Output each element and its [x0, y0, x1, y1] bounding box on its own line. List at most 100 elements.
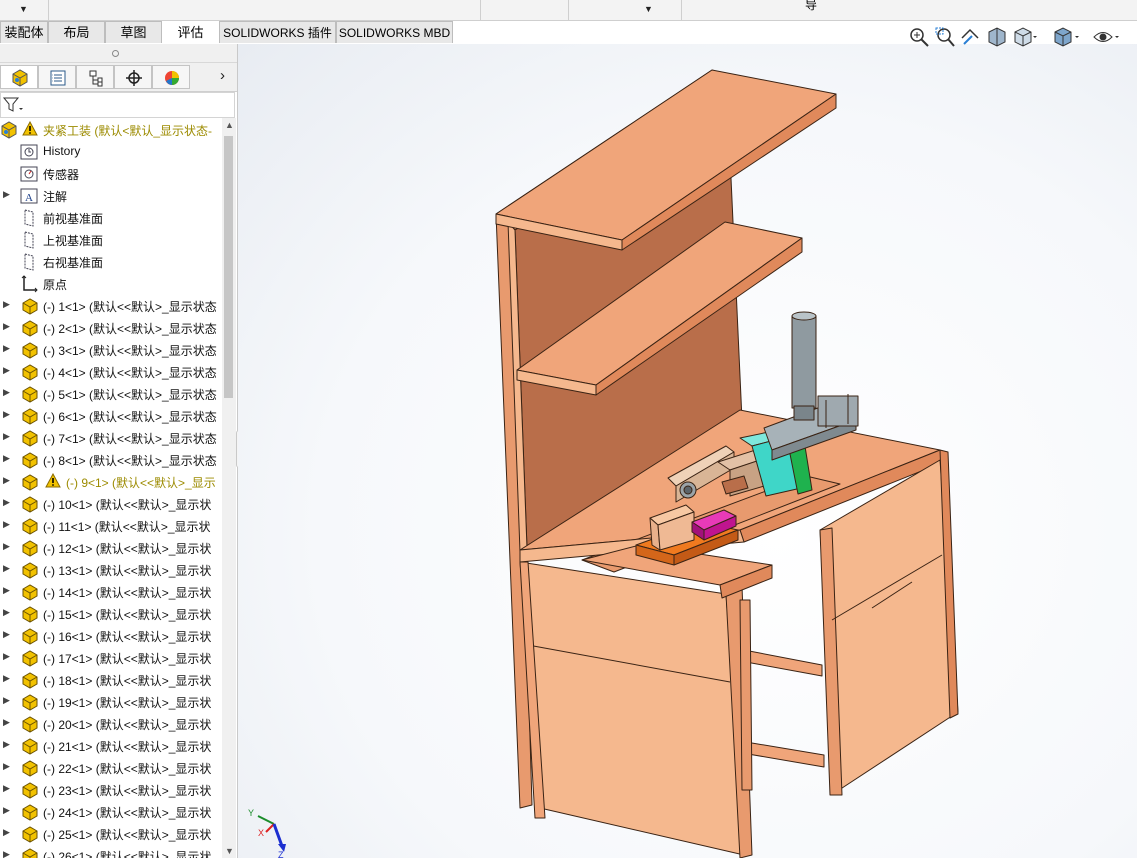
tree-item[interactable]: ▶ (-) 12<1> (默认<<默认>_显示状 — [0, 536, 222, 558]
tree-filter[interactable] — [0, 92, 235, 118]
previous-view-icon[interactable] — [960, 26, 982, 48]
expand-arrow-icon[interactable]: ▶ — [3, 783, 10, 794]
tab-solidworks-mbd[interactable]: SOLIDWORKS MBD — [336, 21, 453, 43]
zoom-area-icon[interactable] — [934, 26, 956, 48]
expand-arrow-icon[interactable]: ▶ — [3, 189, 10, 200]
tree-item[interactable]: ▶ (-) 3<1> (默认<<默认>_显示状态 — [0, 338, 222, 360]
expand-arrow-icon[interactable]: ▶ — [3, 673, 10, 684]
expand-arrow-icon[interactable]: ▶ — [3, 343, 10, 354]
expand-arrow-icon[interactable]: ▶ — [3, 453, 10, 464]
tree-item[interactable]: ▶ (-) 18<1> (默认<<默认>_显示状 — [0, 668, 222, 690]
expand-arrow-icon[interactable]: ▶ — [3, 431, 10, 442]
tree-item[interactable]: 上视基准面 — [0, 228, 222, 250]
tree-item[interactable]: ▶ (-) 20<1> (默认<<默认>_显示状 — [0, 712, 222, 734]
tree-item[interactable]: ▶ (-) 24<1> (默认<<默认>_显示状 — [0, 800, 222, 822]
zoom-to-fit-icon[interactable] — [908, 26, 930, 48]
tree-item[interactable]: ▶ (-) 8<1> (默认<<默认>_显示状态 — [0, 448, 222, 470]
expand-arrow-icon[interactable]: ▶ — [3, 629, 10, 640]
component-icon — [20, 319, 40, 340]
tree-item[interactable]: ▶ (-) 14<1> (默认<<默认>_显示状 — [0, 580, 222, 602]
expand-arrow-icon[interactable]: ▶ — [3, 497, 10, 508]
display-manager-icon — [165, 71, 179, 85]
expand-arrow-icon[interactable]: ▶ — [3, 585, 10, 596]
tree-item[interactable]: ▶ (-) 4<1> (默认<<默认>_显示状态 — [0, 360, 222, 382]
tab-layout[interactable]: 布局 — [48, 21, 105, 43]
tree-item[interactable]: ▶ (-) 2<1> (默认<<默认>_显示状态 — [0, 316, 222, 338]
expand-arrow-icon[interactable]: ▶ — [3, 387, 10, 398]
expand-arrow-icon[interactable]: ▶ — [3, 849, 10, 858]
graphics-area[interactable]: Y X Z — [238, 44, 1137, 858]
expand-arrow-icon[interactable]: ▶ — [3, 739, 10, 750]
expand-arrow-icon[interactable]: ▶ — [3, 717, 10, 728]
expand-arrow-icon[interactable]: ▶ — [3, 519, 10, 530]
tree-item-label: (-) 23<1> (默认<<默认>_显示状 — [43, 784, 212, 798]
dimxpert-manager-tab[interactable] — [114, 65, 152, 89]
tree-item-label: (-) 25<1> (默认<<默认>_显示状 — [43, 828, 212, 842]
display-manager-tab[interactable] — [152, 65, 190, 89]
tree-item[interactable]: 前视基准面 — [0, 206, 222, 228]
expand-arrow-icon[interactable]: ▶ — [3, 475, 10, 486]
expand-arrow-icon[interactable]: ▶ — [3, 365, 10, 376]
expand-arrow-icon[interactable]: ▶ — [3, 761, 10, 772]
expand-arrow-icon[interactable]: ▶ — [3, 805, 10, 816]
expand-arrow-icon[interactable]: ▶ — [3, 827, 10, 838]
view-orientation-icon[interactable] — [1012, 26, 1038, 48]
tree-item[interactable]: ▶ (-) 22<1> (默认<<默认>_显示状 — [0, 756, 222, 778]
origin-icon — [20, 275, 38, 296]
feature-manager-tab[interactable] — [0, 65, 38, 89]
tree-item[interactable]: ▶ (-) 21<1> (默认<<默认>_显示状 — [0, 734, 222, 756]
top-dropdown-mid[interactable]: ▼ — [568, 0, 682, 20]
tree-item[interactable]: ▶ (-) 1<1> (默认<<默认>_显示状态 — [0, 294, 222, 316]
tree-item[interactable]: 原点 — [0, 272, 222, 294]
tree-item[interactable]: ▶ (-) 5<1> (默认<<默认>_显示状态 — [0, 382, 222, 404]
panel-gripper[interactable] — [0, 44, 237, 63]
tree-item[interactable]: ▶ (-) 17<1> (默认<<默认>_显示状 — [0, 646, 222, 668]
tree-item[interactable]: ▶ (-) 19<1> (默认<<默认>_显示状 — [0, 690, 222, 712]
tree-item[interactable]: ▶ A 注解 — [0, 184, 222, 206]
configuration-manager-tab[interactable] — [76, 65, 114, 89]
tree-item[interactable]: 夹紧工装 (默认<默认_显示状态- — [0, 118, 222, 140]
expand-arrow-icon[interactable]: ▶ — [3, 321, 10, 332]
tree-item[interactable]: ▶ (-) 7<1> (默认<<默认>_显示状态 — [0, 426, 222, 448]
scroll-down-icon[interactable]: ▼ — [225, 846, 234, 856]
sensor-icon — [20, 165, 38, 186]
expand-arrow-icon[interactable]: ▶ — [3, 409, 10, 420]
tree-item-label: (-) 20<1> (默认<<默认>_显示状 — [43, 718, 212, 732]
tree-item[interactable]: ▶ (-) 13<1> (默认<<默认>_显示状 — [0, 558, 222, 580]
tree-item[interactable]: 传感器 — [0, 162, 222, 184]
expand-arrow-icon[interactable]: ▶ — [3, 651, 10, 662]
tree-item[interactable]: ▶ (-) 9<1> (默认<<默认>_显示 — [0, 470, 222, 492]
tree-item[interactable]: ▶ (-) 11<1> (默认<<默认>_显示状 — [0, 514, 222, 536]
tree-item[interactable]: ▶ (-) 6<1> (默认<<默认>_显示状态 — [0, 404, 222, 426]
scroll-up-icon[interactable]: ▲ — [225, 120, 234, 130]
tree-item[interactable]: History — [0, 140, 222, 162]
tree-item[interactable]: ▶ (-) 23<1> (默认<<默认>_显示状 — [0, 778, 222, 800]
tab-solidworks-addins[interactable]: SOLIDWORKS 插件 — [219, 21, 336, 43]
expand-arrow-icon[interactable]: ▶ — [3, 563, 10, 574]
tab-evaluate[interactable]: 评估 — [162, 21, 219, 43]
scroll-thumb[interactable] — [224, 136, 233, 398]
tree-item[interactable]: ▶ (-) 15<1> (默认<<默认>_显示状 — [0, 602, 222, 624]
top-segment-2 — [480, 0, 569, 20]
top-dropdown-left[interactable]: ▼ — [0, 0, 49, 20]
display-style-icon[interactable] — [1052, 26, 1082, 48]
tree-item[interactable]: ▶ (-) 10<1> (默认<<默认>_显示状 — [0, 492, 222, 514]
tree-item-label: (-) 9<1> (默认<<默认>_显示 — [66, 476, 216, 490]
section-view-icon[interactable] — [986, 26, 1008, 48]
property-manager-tab[interactable] — [38, 65, 76, 89]
hide-show-icon[interactable] — [1092, 26, 1122, 48]
expand-arrow-icon[interactable]: ▶ — [3, 541, 10, 552]
tree-item[interactable]: ▶ (-) 25<1> (默认<<默认>_显示状 — [0, 822, 222, 844]
tab-sketch[interactable]: 草图 — [105, 21, 162, 43]
tree-item[interactable]: 右视基准面 — [0, 250, 222, 272]
tab-assembly[interactable]: 装配体 — [0, 21, 48, 43]
chevron-right-icon[interactable]: › — [220, 67, 225, 84]
tree-item[interactable]: ▶ (-) 16<1> (默认<<默认>_显示状 — [0, 624, 222, 646]
tree-scrollbar[interactable]: ▲ ▼ — [222, 118, 236, 858]
cad-model[interactable] — [238, 44, 1137, 858]
expand-arrow-icon[interactable]: ▶ — [3, 607, 10, 618]
component-icon — [20, 561, 40, 582]
expand-arrow-icon[interactable]: ▶ — [3, 695, 10, 706]
tree-item[interactable]: ▶ (-) 26<1> (默认<<默认>_显示状 — [0, 844, 222, 858]
expand-arrow-icon[interactable]: ▶ — [3, 299, 10, 310]
